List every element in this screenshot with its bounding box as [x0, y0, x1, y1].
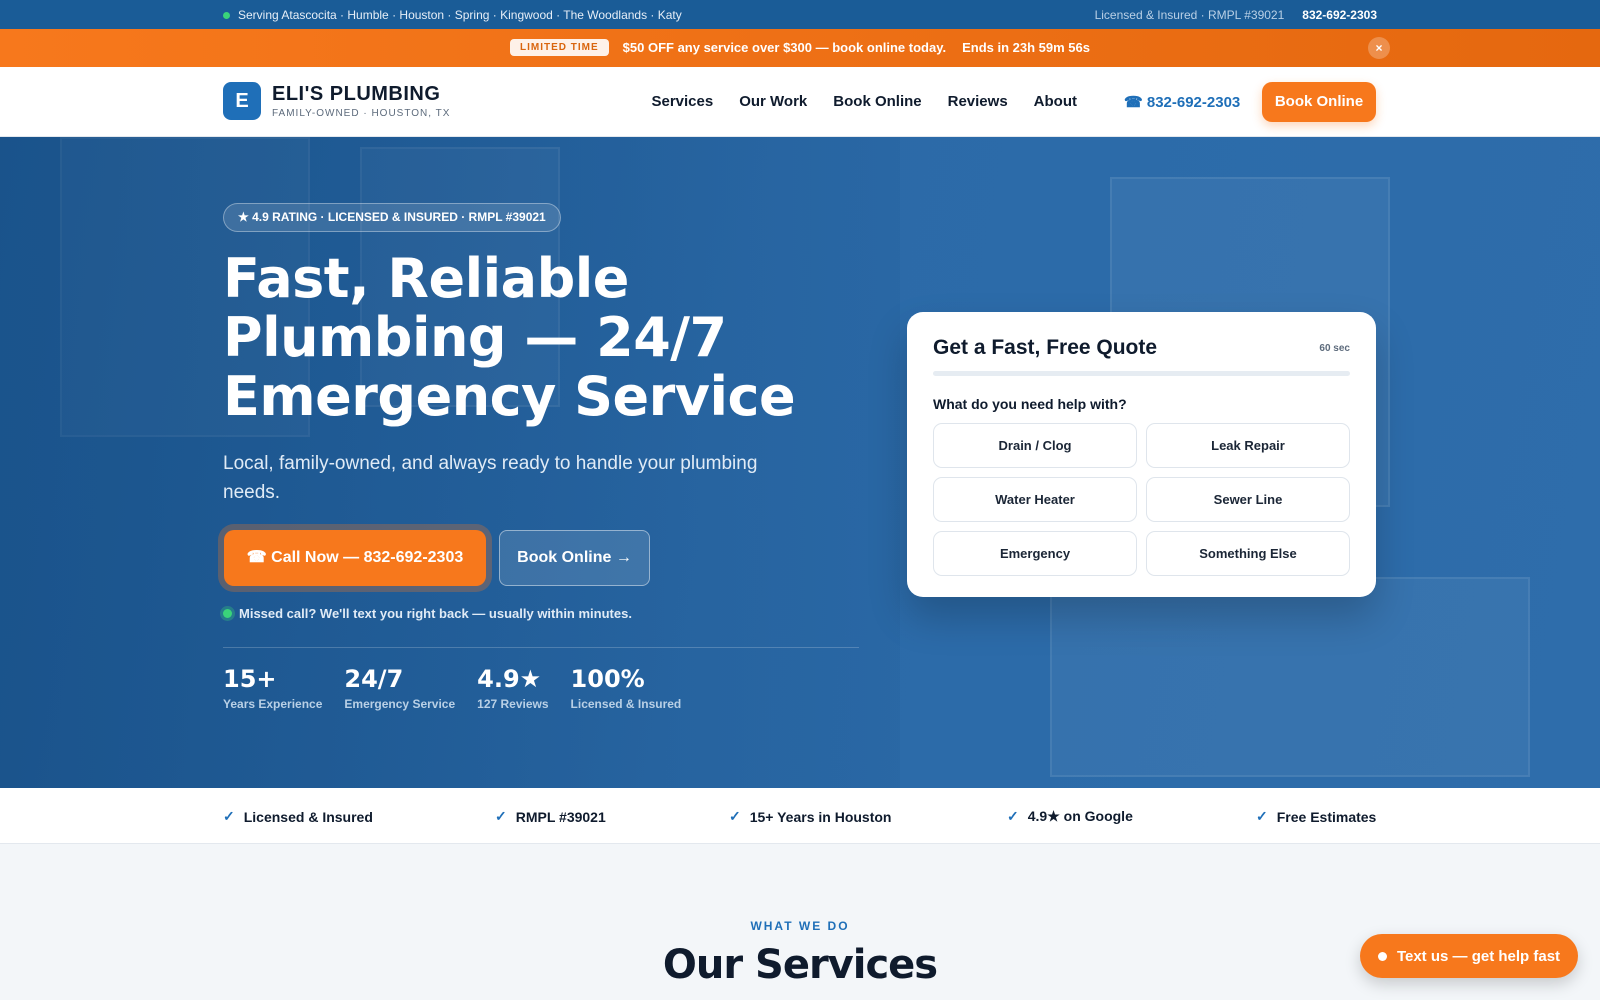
text-us-label: Text us — get help fast	[1396, 947, 1561, 965]
stat-licensed: 100% Licensed & Insured	[571, 665, 682, 711]
option-drain-clog[interactable]: Drain / Clog	[933, 423, 1137, 468]
trust-item: ✓ RMPL #39021	[495, 808, 606, 825]
option-sewer-line[interactable]: Sewer Line	[1146, 477, 1350, 522]
hero-book-online-button[interactable]: Book Online →	[499, 530, 650, 586]
trust-label: 4.9★ on Google	[1027, 808, 1133, 824]
nav-item-services[interactable]: Services	[651, 93, 713, 110]
stat-emergency: 24/7 Emergency Service	[344, 665, 455, 711]
topbar-phone-link[interactable]: 832-692-2303	[1302, 8, 1377, 22]
missed-call-note: Missed call? We'll text you right back —…	[223, 606, 632, 621]
services-eyebrow: WHAT WE DO	[750, 919, 850, 933]
promo-countdown: Ends in 23h 59m 56s	[962, 40, 1091, 55]
check-icon: ✓	[223, 808, 235, 824]
call-now-button[interactable]: ☎ Call Now — 832-692-2303	[224, 530, 486, 586]
missed-call-text: Missed call? We'll text you right back —…	[239, 606, 632, 621]
check-icon: ✓	[729, 808, 741, 824]
background-vanity	[1050, 577, 1530, 777]
stat-label: Emergency Service	[344, 697, 456, 711]
chat-dot-icon	[1377, 951, 1387, 961]
stat-number: 24/7	[344, 665, 404, 693]
stat-label: 127 Reviews	[477, 697, 549, 711]
trust-strip: ✓ Licensed & Insured ✓ RMPL #39021 ✓ 15+…	[0, 788, 1600, 844]
logo-mark-icon: E	[223, 82, 261, 120]
logo[interactable]: E ELI'S PLUMBING FAMILY-OWNED · HOUSTON,…	[223, 82, 450, 120]
quote-progress-bar	[933, 371, 1350, 376]
trust-label: Free Estimates	[1276, 808, 1377, 825]
stat-number: 15+	[223, 665, 277, 693]
hero-subheadline: Local, family-owned, and always ready to…	[223, 453, 758, 503]
main-nav: E ELI'S PLUMBING FAMILY-OWNED · HOUSTON,…	[0, 67, 1600, 137]
service-areas-text: Serving Atascocita · Humble · Houston · …	[238, 8, 682, 22]
nav-item-about[interactable]: About	[1034, 93, 1077, 110]
text-us-button[interactable]: Text us — get help fast	[1360, 934, 1578, 978]
quote-card: Get a Fast, Free Quote 60 sec What do yo…	[907, 312, 1376, 597]
hero-section: ★ 4.9 RATING · LICENSED & INSURED · RMPL…	[0, 137, 1600, 788]
trust-label: 15+ Years in Houston	[749, 808, 892, 825]
stat-rating: 4.9★ 127 Reviews	[477, 665, 548, 711]
stat-number: 4.9★	[477, 665, 542, 693]
status-dot-icon	[223, 609, 232, 618]
trust-item: ✓ 15+ Years in Houston	[729, 808, 891, 825]
close-icon[interactable]: ×	[1368, 37, 1390, 59]
trust-label: Licensed & Insured	[243, 808, 373, 825]
trust-label: RMPL #39021	[515, 808, 606, 825]
quote-duration: 60 sec	[1319, 343, 1350, 354]
rating-badge: ★ 4.9 RATING · LICENSED & INSURED · RMPL…	[223, 203, 561, 232]
hero-headline: Fast, Reliable Plumbing — 24/7 Emergency…	[223, 247, 796, 428]
nav-item-reviews[interactable]: Reviews	[948, 93, 1008, 110]
check-icon: ✓	[1256, 808, 1268, 824]
trust-item: ✓ Licensed & Insured	[223, 808, 373, 825]
quote-title: Get a Fast, Free Quote	[933, 336, 1158, 359]
stat-number: 100%	[570, 665, 645, 693]
option-something-else[interactable]: Something Else	[1146, 531, 1350, 576]
nav-item-book-online[interactable]: Book Online	[833, 93, 921, 110]
check-icon: ✓	[495, 808, 507, 824]
hero-stats: 15+ Years Experience 24/7 Emergency Serv…	[223, 665, 681, 711]
nav-item-our-work[interactable]: Our Work	[739, 93, 807, 110]
license-text: Licensed & Insured · RMPL #39021	[1094, 8, 1285, 22]
option-emergency[interactable]: Emergency	[933, 531, 1137, 576]
hero-divider	[223, 647, 859, 648]
service-areas: Serving Atascocita · Humble · Houston · …	[223, 8, 682, 22]
trust-item: ✓ 4.9★ on Google	[1007, 808, 1133, 825]
brand-name: ELI'S PLUMBING	[272, 83, 441, 105]
stat-label: Years Experience	[223, 697, 323, 711]
promo-message: $50 OFF any service over $300 — book onl…	[622, 40, 947, 55]
stat-years: 15+ Years Experience	[223, 665, 322, 711]
promo-banner: LIMITED TIME $50 OFF any service over $3…	[0, 29, 1600, 67]
status-dot-icon	[223, 11, 230, 19]
promo-badge: LIMITED TIME	[509, 39, 609, 56]
stat-label: Licensed & Insured	[570, 697, 682, 711]
option-water-heater[interactable]: Water Heater	[933, 477, 1137, 522]
trust-item: ✓ Free Estimates	[1256, 808, 1376, 825]
quote-options: Drain / Clog Leak Repair Water Heater Se…	[933, 423, 1350, 576]
nav-book-online-button[interactable]: Book Online	[1262, 82, 1376, 122]
top-info-bar: Serving Atascocita · Humble · Houston · …	[0, 0, 1600, 29]
quote-question: What do you need help with?	[933, 396, 1127, 412]
option-leak-repair[interactable]: Leak Repair	[1146, 423, 1350, 468]
nav-phone-link[interactable]: ☎ 832-692-2303	[1124, 93, 1240, 111]
brand-tagline: FAMILY-OWNED · HOUSTON, TX	[272, 108, 451, 119]
check-icon: ✓	[1007, 808, 1019, 824]
nav-menu: Services Our Work Book Online Reviews Ab…	[651, 93, 1077, 110]
